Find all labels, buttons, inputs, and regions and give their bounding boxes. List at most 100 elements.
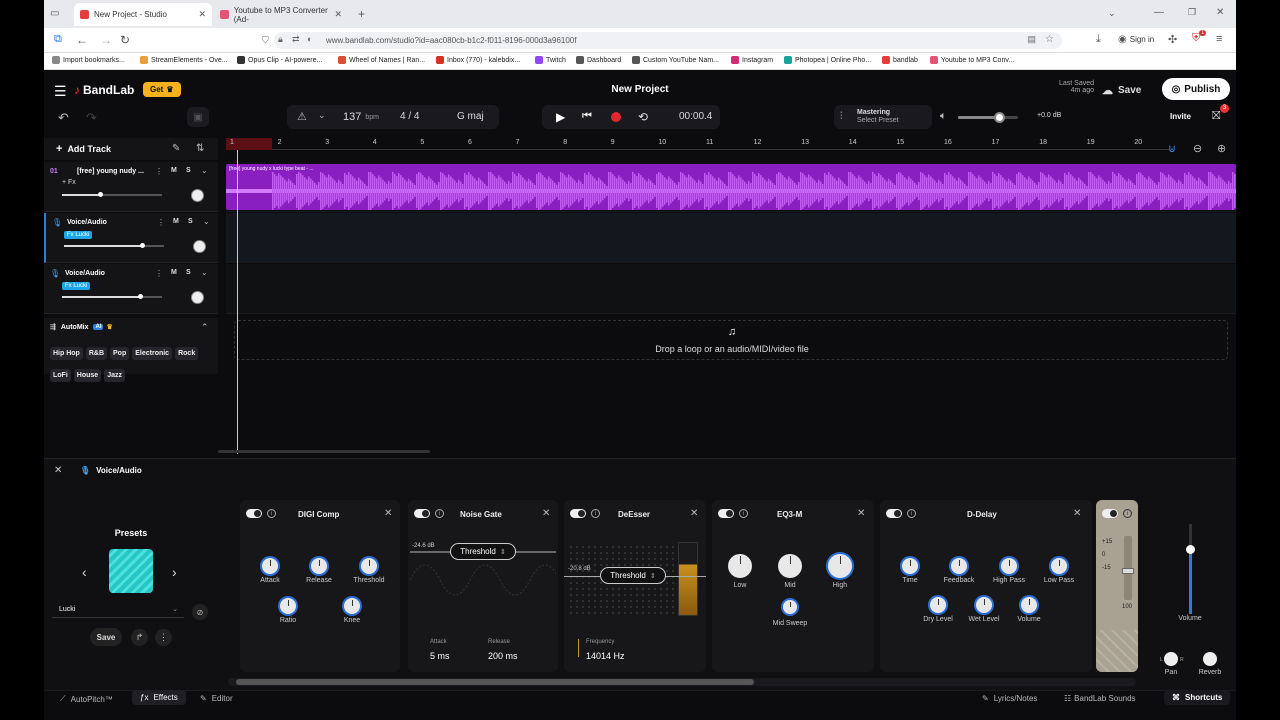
tab-search-icon[interactable]: ⌄ (1108, 8, 1116, 19)
bookmark-item[interactable]: bandlab (882, 56, 918, 64)
tuner-icon[interactable]: ✎ (172, 143, 180, 154)
metronome-icon[interactable]: ⚠ (297, 110, 307, 123)
timeline-scrollbar[interactable] (218, 450, 430, 453)
info-icon[interactable]: i (907, 509, 916, 518)
output-reverb-knob[interactable] (1203, 652, 1217, 666)
skip-back-icon[interactable]: ⏮ (582, 110, 592, 123)
pan-knob[interactable] (191, 189, 204, 202)
preset-artwork[interactable] (109, 549, 153, 593)
zoom-out-icon[interactable]: ⊖ (1193, 142, 1202, 155)
zoom-in-icon[interactable]: ⊕ (1217, 142, 1226, 155)
track-name[interactable]: Voice/Audio (65, 270, 105, 277)
tab-actions-icon[interactable]: ▭ (50, 8, 59, 19)
redo-icon[interactable]: ↷ (86, 110, 97, 126)
bookmark-star-icon[interactable]: ☆ (1045, 34, 1054, 45)
frequency-value[interactable]: 14014 Hz (586, 651, 625, 661)
browser-tab[interactable]: Youtube to MP3 Converter (Ad- ✕ (214, 3, 348, 26)
key-selector[interactable]: G maj (457, 111, 484, 122)
remove-effect-icon[interactable]: ✕ (384, 508, 392, 519)
high-pass-knob[interactable] (1001, 558, 1017, 574)
timeline-ruler[interactable]: 1 2 3 4 5 6 7 8 9 10 11 12 13 14 15 16 17 18 19 20 (226, 138, 1170, 150)
mute-button[interactable]: M (171, 167, 177, 174)
volume-knob[interactable] (1021, 597, 1037, 613)
output-pan-knob[interactable] (1164, 652, 1178, 666)
mic-icon[interactable]: ◖ (306, 34, 311, 44)
bookmark-item[interactable]: Twitch (535, 56, 566, 64)
editor-tab[interactable]: ✎ Editor (200, 694, 233, 703)
preset-more-icon[interactable]: ⋮ (155, 629, 172, 646)
bookmark-item[interactable]: Wheel of Names | Ran... (338, 56, 425, 64)
gate-threshold-control[interactable]: Threshold ⇕ (450, 543, 516, 560)
close-tab-icon[interactable]: ✕ (334, 9, 342, 20)
browser-tab-active[interactable]: New Project - Studio ✕ (74, 3, 212, 26)
gift-icon[interactable]: ⛝ (1212, 110, 1220, 123)
pan-knob[interactable] (193, 240, 206, 253)
shortcuts-button[interactable]: ⌘ Shortcuts (1164, 690, 1231, 705)
new-tab-icon[interactable]: + (358, 7, 365, 21)
share-preset-icon[interactable]: ↱ (131, 629, 148, 646)
magnet-snap-icon[interactable]: ⊍ (1168, 142, 1176, 155)
lyrics-notes-button[interactable]: ✎ Lyrics/Notes (982, 694, 1037, 703)
info-icon[interactable]: i (591, 509, 600, 518)
mastering-selector[interactable]: ⫶ Mastering Select Preset (834, 105, 932, 129)
bookmark-item[interactable]: Youtube to MP3 Conv... (930, 56, 1014, 64)
autopitch-tab[interactable]: ⟋ AutoPitch™ (60, 694, 113, 704)
remove-effect-icon[interactable]: ✕ (857, 508, 865, 519)
feedback-knob[interactable] (951, 558, 967, 574)
attack-value[interactable]: 5 ms (430, 651, 450, 661)
next-preset-icon[interactable]: › (172, 564, 177, 580)
add-fx-button[interactable]: + Fx (62, 179, 76, 186)
effect-enable-toggle[interactable] (1102, 509, 1118, 518)
effect-enable-toggle[interactable] (246, 509, 262, 518)
bookmark-item[interactable]: StreamElements - Ove... (140, 56, 228, 64)
volume-handle[interactable] (137, 294, 143, 299)
remove-effect-icon[interactable]: ✕ (542, 508, 550, 519)
bookmark-item[interactable]: Dashboard (576, 56, 621, 64)
invite-button[interactable]: Invite (1170, 112, 1191, 121)
tempo-field[interactable]: 137 bpm (343, 111, 379, 123)
fader-handle[interactable] (1122, 568, 1134, 574)
maximize-icon[interactable]: ❐ (1188, 7, 1196, 18)
fx-preset-badge[interactable]: Fx Lucki (64, 231, 93, 239)
track-volume-slider[interactable] (64, 243, 164, 248)
close-window-icon[interactable]: ✕ (1216, 7, 1224, 18)
minimize-icon[interactable]: — (1154, 7, 1164, 18)
reload-icon[interactable]: ↻ (120, 33, 130, 47)
genre-chip[interactable]: House (73, 369, 102, 382)
pan-knob[interactable] (191, 291, 204, 304)
output-volume-fader[interactable] (1186, 524, 1195, 614)
forward-icon[interactable]: → (100, 33, 112, 47)
track-more-icon[interactable]: ⋮ (155, 269, 163, 278)
genre-chip[interactable]: Electronic (132, 347, 173, 360)
genre-chip[interactable]: Pop (110, 347, 130, 360)
reset-preset-icon[interactable]: ⊘ (192, 604, 208, 620)
loop-icon[interactable]: ⟲ (638, 110, 648, 124)
release-knob[interactable] (311, 558, 327, 574)
bookmark-item[interactable]: Photopea | Online Pho... (784, 56, 871, 64)
ratio-knob[interactable] (280, 598, 296, 614)
effect-enable-toggle[interactable] (886, 509, 902, 518)
track-volume-slider[interactable] (62, 294, 162, 299)
playhead[interactable] (237, 150, 238, 454)
genre-chip[interactable]: Hip Hop (50, 347, 83, 360)
effects-tab[interactable]: ƒx Effects (132, 690, 186, 705)
track-expand-icon[interactable]: ⌄ (201, 268, 208, 277)
attack-knob[interactable] (262, 558, 278, 574)
drop-zone[interactable]: ♫ Drop a loop or an audio/MIDI/video fil… (234, 320, 1228, 360)
extensions-icon[interactable]: ✣ (1168, 33, 1177, 46)
volume-handle[interactable] (97, 192, 103, 197)
hamburger-menu-icon[interactable]: ☰ (54, 83, 67, 100)
deesser-threshold-control[interactable]: Threshold ⇕ (600, 567, 666, 584)
permissions-icon[interactable]: ⇄ (292, 34, 300, 45)
back-icon[interactable]: ← (76, 33, 88, 47)
volume-handle[interactable] (139, 243, 145, 248)
track-more-icon[interactable]: ⋮ (155, 167, 163, 176)
track-expand-icon[interactable]: ⌄ (203, 217, 210, 226)
track-lane-3[interactable] (226, 264, 1236, 314)
mid-knob[interactable] (778, 554, 802, 578)
genre-chip[interactable]: LoFi (50, 369, 71, 382)
effect-enable-toggle[interactable] (718, 509, 734, 518)
release-value[interactable]: 200 ms (488, 651, 518, 661)
high-knob[interactable] (828, 554, 852, 578)
get-membership-button[interactable]: Get ♛ (143, 82, 181, 97)
